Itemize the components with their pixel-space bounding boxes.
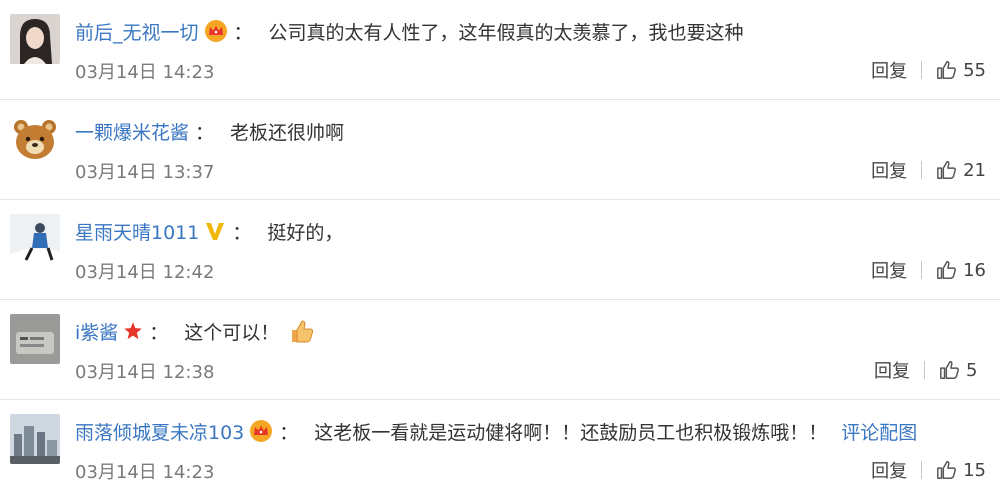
- comment-actions: 回复 21: [871, 156, 986, 184]
- colon: ：: [232, 221, 252, 244]
- like-count: 16: [963, 259, 986, 281]
- like-count: 55: [963, 59, 986, 81]
- avatar-image: [10, 414, 60, 464]
- bear-avatar-image: [10, 114, 60, 164]
- colon: ：: [279, 421, 299, 444]
- username-link[interactable]: i紫酱: [75, 318, 118, 345]
- reply-button[interactable]: 回复: [871, 457, 907, 483]
- avatar[interactable]: [10, 314, 60, 364]
- comment-line: 前后_无视一切 ： 公司真的太有人性了，这年假真的太羡慕了，我也要这种: [75, 16, 744, 46]
- comment-text: 这个可以！: [184, 321, 280, 344]
- colon: ：: [233, 21, 253, 44]
- comment-item: 一颗爆米花酱 ： 老板还很帅啊 03月14日 13:37 回复 21: [0, 100, 1000, 200]
- comment-actions: 回复 55: [871, 56, 986, 84]
- avatar-image: [10, 314, 60, 364]
- like-count: 21: [963, 159, 986, 181]
- comment-actions: 回复 16: [871, 256, 986, 284]
- like-button[interactable]: 15: [936, 459, 986, 481]
- like-button[interactable]: 55: [936, 59, 986, 81]
- reply-button[interactable]: 回复: [871, 257, 907, 283]
- comment-text: 挺好的，: [267, 221, 344, 244]
- comment-line: 星雨天晴1011 ： 挺好的，: [75, 216, 343, 246]
- thumbs-up-icon: [937, 61, 957, 79]
- divider: [921, 461, 923, 479]
- comment-item: 前后_无视一切 ： 公司真的太有人性了，这年假真的太羡慕了，我也要这种 03月1…: [0, 0, 1000, 100]
- comment-time: 03月14日 13:37: [75, 162, 215, 183]
- reply-button[interactable]: 回复: [874, 357, 910, 383]
- divider: [921, 161, 923, 179]
- colon: ：: [195, 121, 215, 144]
- comment-time: 03月14日 12:42: [75, 262, 215, 283]
- comment-item: 雨落倾城夏未凉103 ： 这老板一看就是运动健将啊！！还鼓励员工也积极锻炼哦！！…: [0, 400, 1000, 492]
- comment-text: 老板还很帅啊: [230, 121, 345, 144]
- divider: [921, 261, 923, 279]
- thumbs-up-icon: [937, 161, 957, 179]
- thumbs-up-icon: [937, 261, 957, 279]
- comment-line: i紫酱 ： 这个可以！: [75, 316, 315, 346]
- thumbs-up-icon: [940, 361, 959, 379]
- like-count: 15: [963, 459, 986, 481]
- avatar[interactable]: [10, 114, 60, 164]
- divider: [921, 61, 923, 79]
- comment-time: 03月14日 12:38: [75, 362, 215, 383]
- comment-time: 03月14日 14:23: [75, 62, 215, 83]
- comment-actions: 回复 15: [871, 456, 986, 484]
- colon: ：: [149, 321, 169, 344]
- avatar-image: [10, 14, 60, 64]
- avatar-image: [10, 214, 60, 264]
- comment-actions: 回复 5: [874, 356, 986, 384]
- avatar[interactable]: [10, 214, 60, 264]
- comment-time: 03月14日 14:23: [75, 462, 215, 483]
- comment-item: i紫酱 ： 这个可以！ 03月14日 12:38 回复 5: [0, 300, 1000, 400]
- reply-button[interactable]: 回复: [871, 157, 907, 183]
- crown-badge-icon[interactable]: [249, 419, 273, 443]
- like-button[interactable]: 16: [936, 259, 986, 281]
- like-button[interactable]: 5: [939, 359, 986, 381]
- username-link[interactable]: 雨落倾城夏未凉103: [75, 418, 244, 445]
- comment-image-link[interactable]: 评论配图: [841, 418, 917, 445]
- verified-v-icon[interactable]: [204, 220, 226, 242]
- crown-badge-icon[interactable]: [204, 19, 228, 43]
- comment-text: 这老板一看就是运动健将啊！！还鼓励员工也积极锻炼哦！！: [314, 421, 828, 444]
- divider: [924, 361, 925, 379]
- comment-line: 雨落倾城夏未凉103 ： 这老板一看就是运动健将啊！！还鼓励员工也积极锻炼哦！！…: [75, 416, 917, 446]
- reply-button[interactable]: 回复: [871, 57, 907, 83]
- avatar[interactable]: [10, 14, 60, 64]
- comment-line: 一颗爆米花酱 ： 老板还很帅啊: [75, 116, 344, 146]
- username-link[interactable]: 前后_无视一切: [75, 18, 199, 45]
- comment-text: 公司真的太有人性了，这年假真的太羡慕了，我也要这种: [268, 21, 744, 44]
- username-link[interactable]: 一颗爆米花酱: [75, 118, 189, 145]
- thumbs-up-emoji-icon: [287, 317, 315, 345]
- username-link[interactable]: 星雨天晴1011: [75, 218, 199, 245]
- comment-list: 前后_无视一切 ： 公司真的太有人性了，这年假真的太羡慕了，我也要这种 03月1…: [0, 0, 1000, 492]
- thumbs-up-icon: [937, 461, 957, 479]
- like-count: 5: [966, 359, 978, 381]
- red-star-icon[interactable]: [123, 321, 143, 341]
- like-button[interactable]: 21: [936, 159, 986, 181]
- avatar[interactable]: [10, 414, 60, 464]
- comment-item: 星雨天晴1011 ： 挺好的， 03月14日 12:42 回复 16: [0, 200, 1000, 300]
